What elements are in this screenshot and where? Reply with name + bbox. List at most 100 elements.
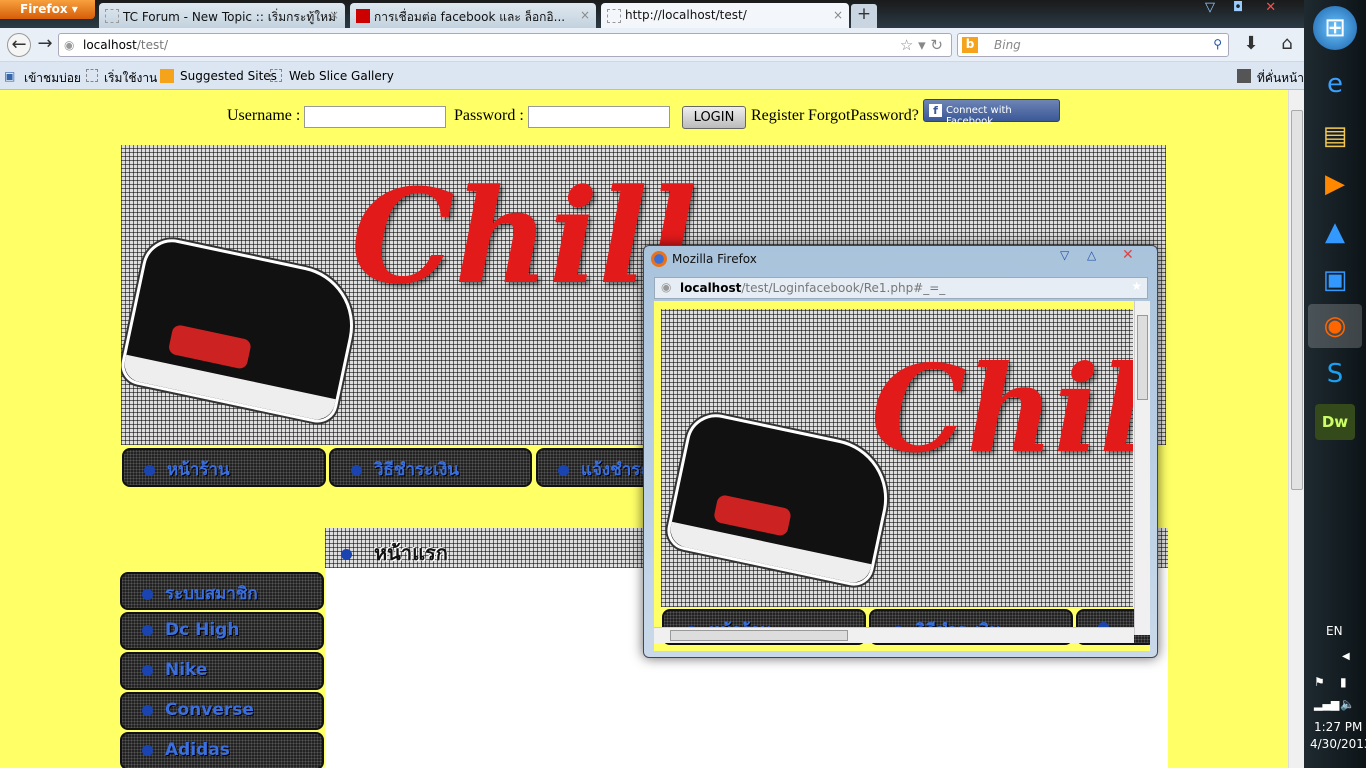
language-indicator[interactable]: EN bbox=[1326, 624, 1343, 638]
tab-tc-forum[interactable]: TC Forum - New Topic :: เริ่มกระทู้ใหม่ × bbox=[99, 3, 345, 28]
bookmark-web-slice-gallery[interactable]: Web Slice Gallery bbox=[289, 69, 394, 83]
firefox-menu-button[interactable]: Firefox ▾ bbox=[0, 0, 95, 19]
app-icon[interactable]: ▲ bbox=[1308, 210, 1362, 254]
restore-icon[interactable]: ◘ bbox=[1233, 0, 1243, 15]
globe-icon: ◉ bbox=[661, 280, 672, 294]
explorer-icon[interactable]: ▤ bbox=[1308, 114, 1362, 158]
popup-banner: Chill bbox=[661, 309, 1133, 607]
network-error-icon[interactable]: ⚑ bbox=[1314, 675, 1325, 689]
scrollbar-thumb[interactable] bbox=[1137, 315, 1148, 400]
page-icon bbox=[86, 69, 98, 82]
popup-title: Mozilla Firefox bbox=[672, 252, 757, 266]
popup-horizontal-scrollbar[interactable] bbox=[654, 627, 1134, 643]
shoe-image bbox=[121, 233, 365, 427]
close-tab-icon[interactable]: × bbox=[580, 8, 590, 22]
nav-payment-method[interactable]: วิธีชำระเงิน bbox=[329, 448, 532, 487]
downloads-icon[interactable]: ⬇ bbox=[1239, 33, 1263, 57]
remote-desktop-icon[interactable]: ▣ bbox=[1308, 258, 1362, 302]
popup-page: Chill หน้าร้าน วิธีชำระเงิน bbox=[654, 301, 1150, 651]
login-button[interactable]: LOGIN bbox=[682, 106, 746, 129]
tab-localhost[interactable]: http://localhost/test/× bbox=[601, 3, 849, 28]
power-icon[interactable]: ▮ bbox=[1340, 675, 1347, 689]
bing-icon bbox=[160, 69, 174, 83]
side-menu-dc-high[interactable]: Dc High bbox=[120, 612, 324, 650]
scrollbar-thumb[interactable] bbox=[1291, 110, 1303, 490]
most-visited-icon: ▣ bbox=[4, 69, 16, 83]
username-label: Username : bbox=[227, 107, 301, 124]
scrollbar-thumb[interactable] bbox=[670, 630, 848, 641]
register-link[interactable]: Register bbox=[751, 107, 804, 125]
tab-bar: Firefox ▾ TC Forum - New Topic :: เริ่มก… bbox=[0, 0, 1304, 28]
globe-icon: ◉ bbox=[64, 38, 75, 52]
side-menu-nike[interactable]: Nike bbox=[120, 652, 324, 690]
bookmarks-icon bbox=[1237, 69, 1251, 83]
popup-vertical-scrollbar[interactable] bbox=[1134, 301, 1150, 635]
bullet-icon bbox=[142, 704, 153, 716]
bullet-icon bbox=[351, 464, 362, 476]
skype-icon[interactable]: S bbox=[1308, 352, 1362, 396]
username-input[interactable] bbox=[304, 106, 446, 128]
bullet-icon bbox=[142, 664, 153, 676]
popup-banner-title: Chill bbox=[871, 339, 1133, 480]
popup-close-icon[interactable]: ✕ bbox=[1122, 247, 1134, 263]
dreamweaver-icon[interactable]: Dw bbox=[1315, 404, 1355, 440]
page-icon bbox=[607, 9, 621, 23]
bookmark-most-visited[interactable]: เข้าชมบ่อย bbox=[24, 69, 81, 88]
forward-button[interactable]: → bbox=[33, 33, 57, 57]
page-icon bbox=[270, 69, 282, 82]
bullet-icon bbox=[558, 464, 569, 476]
back-button[interactable]: ← bbox=[7, 33, 31, 57]
start-button[interactable]: ⊞ bbox=[1313, 6, 1357, 50]
close-window-icon[interactable]: ✕ bbox=[1265, 0, 1276, 15]
volume-icon[interactable]: 🔈 bbox=[1340, 697, 1355, 711]
side-menu-adidas[interactable]: Adidas bbox=[120, 732, 324, 768]
close-tab-icon[interactable]: × bbox=[833, 8, 843, 22]
window-controls: ▽ ◘ ✕ bbox=[1205, 0, 1295, 20]
nav-store[interactable]: หน้าร้าน bbox=[122, 448, 326, 487]
internet-explorer-icon[interactable]: e bbox=[1308, 62, 1362, 106]
home-icon[interactable]: ⌂ bbox=[1275, 33, 1299, 57]
firefox-icon bbox=[651, 251, 667, 267]
site-icon bbox=[356, 9, 370, 23]
media-player-icon[interactable]: ▶ bbox=[1308, 162, 1362, 206]
bookmark-suggested-sites[interactable]: Suggested Sites bbox=[180, 69, 277, 83]
bullet-icon bbox=[142, 624, 153, 636]
facebook-icon: f bbox=[929, 104, 942, 117]
page-icon bbox=[105, 9, 119, 23]
minimize-icon[interactable]: ▽ bbox=[1205, 0, 1215, 15]
popup-minimize-icon[interactable]: ▽ bbox=[1060, 248, 1069, 262]
bullet-icon bbox=[142, 588, 153, 600]
bullet-icon bbox=[142, 744, 153, 756]
firefox-taskbar-icon[interactable]: ◉ bbox=[1308, 304, 1362, 348]
navigation-bar: ← → ◉ localhost/test/ ☆ ▾ ↻ b Bing ⚲ ⬇ ⌂ bbox=[0, 28, 1304, 62]
side-menu-converse[interactable]: Converse bbox=[120, 692, 324, 730]
bing-icon: b bbox=[962, 37, 978, 53]
password-label: Password : bbox=[454, 107, 524, 124]
bookmarks-menu[interactable]: ที่คั่นหน้า bbox=[1257, 69, 1304, 88]
bullet-icon bbox=[341, 549, 352, 560]
page-scrollbar[interactable] bbox=[1288, 90, 1304, 768]
tab-facebook-article[interactable]: การเชื่อมต่อ facebook และ ล็อกอิ... × bbox=[350, 3, 596, 28]
url-bar[interactable]: ◉ localhost/test/ ☆ ▾ ↻ bbox=[58, 33, 952, 57]
close-tab-icon[interactable]: × bbox=[329, 8, 339, 22]
popup-url-bar[interactable]: ◉ localhost/test/Loginfacebook/Re1.php#_=… bbox=[654, 277, 1148, 299]
signal-icon[interactable]: ▂▄▆ bbox=[1314, 698, 1339, 711]
side-menu-membership[interactable]: ระบบสมาชิก bbox=[120, 572, 324, 610]
bookmark-star-icon[interactable]: ☆ ▾ ↻ bbox=[900, 36, 943, 54]
bookmark-getting-started[interactable]: เริ่มใช้งาน bbox=[104, 69, 157, 88]
popup-maximize-icon[interactable]: △ bbox=[1087, 248, 1096, 262]
clock-time[interactable]: 1:27 PM bbox=[1314, 720, 1362, 734]
bookmark-star-icon: ★ bbox=[1131, 279, 1142, 293]
facebook-login-popup: Mozilla Firefox ▽ △ ✕ ◉ localhost/test/Lo… bbox=[643, 245, 1158, 658]
shoe-image bbox=[663, 408, 899, 590]
connect-facebook-button[interactable]: f Connect with Facebook bbox=[923, 99, 1060, 127]
clock-date[interactable]: 4/30/2013 bbox=[1310, 737, 1366, 751]
bullet-icon bbox=[144, 464, 155, 476]
search-input[interactable]: b Bing ⚲ bbox=[957, 33, 1229, 57]
bookmarks-toolbar: ▣ เข้าชมบ่อย เริ่มใช้งาน Suggested Sites… bbox=[0, 62, 1304, 90]
new-tab-button[interactable]: + bbox=[851, 4, 877, 28]
password-input[interactable] bbox=[528, 106, 670, 128]
show-hidden-icons[interactable]: ◀ bbox=[1342, 651, 1350, 662]
search-icon[interactable]: ⚲ bbox=[1213, 37, 1222, 51]
forgot-password-link[interactable]: ForgotPassword? bbox=[808, 107, 919, 125]
